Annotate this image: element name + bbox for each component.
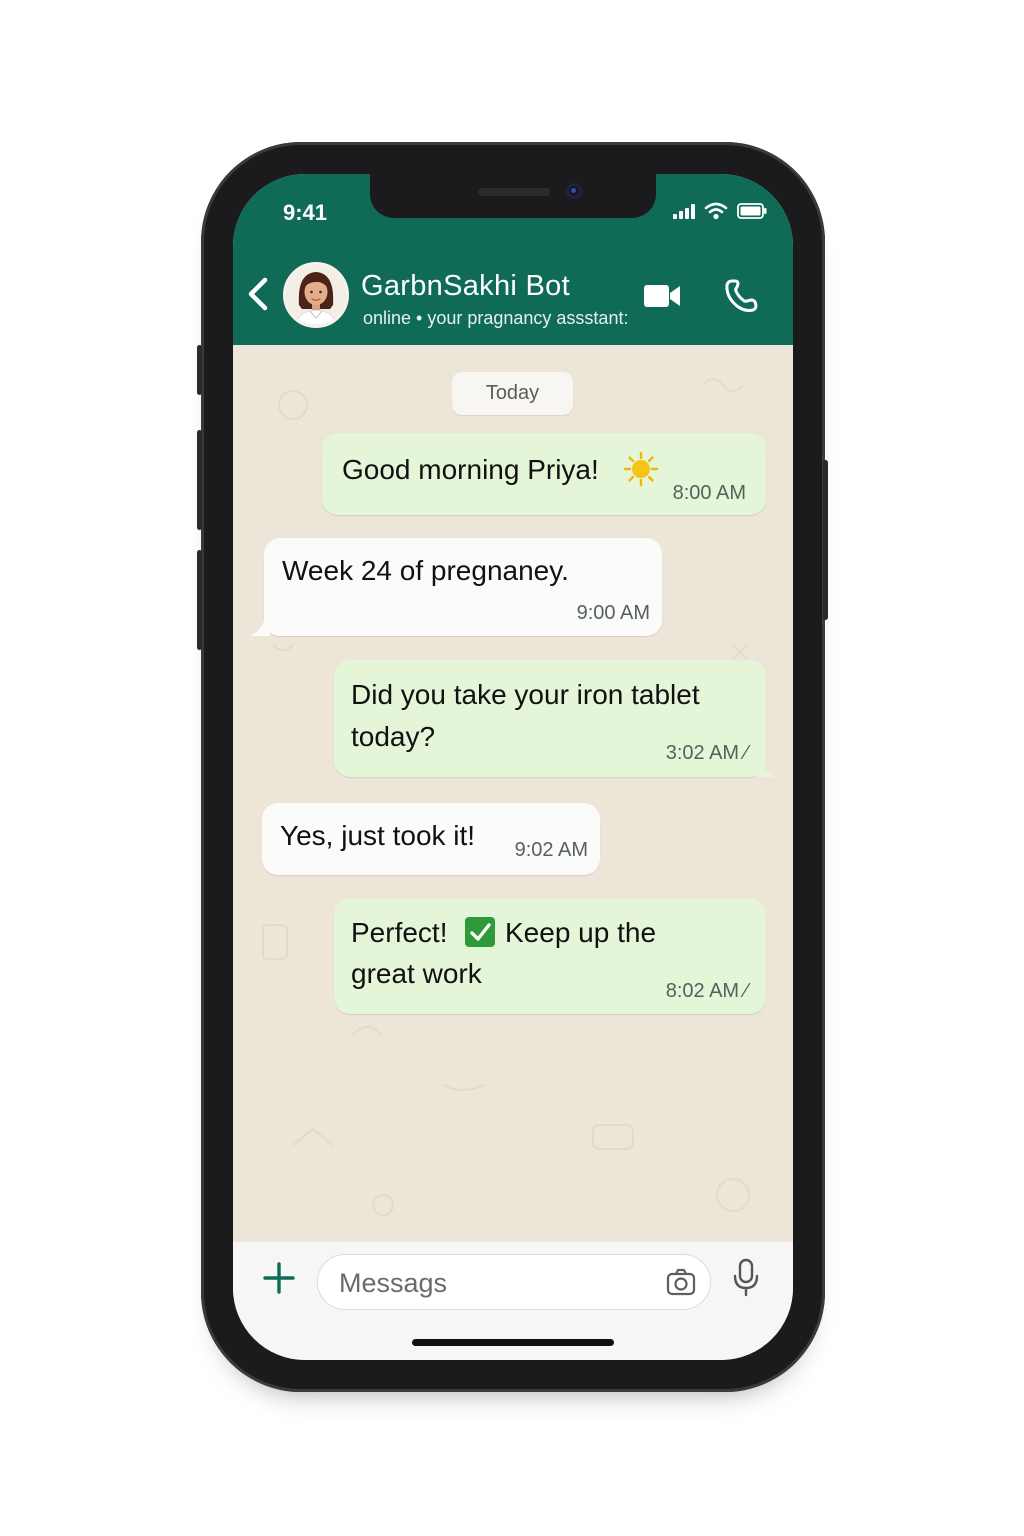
message-text-part: Keep up the [505, 917, 657, 948]
status-icons [673, 202, 767, 220]
message-bubble-outgoing[interactable]: Did you take your iron tablet today? 3:0… [334, 660, 776, 777]
signal-icon [673, 203, 695, 219]
status-time: 9:41 [283, 200, 328, 225]
power-button [823, 460, 828, 620]
message-bubble-incoming[interactable]: Yes, just took it! 9:02 AM [262, 803, 600, 875]
message-text: Yes, just took it! [280, 820, 476, 851]
message-text-part: Perfect! [351, 917, 448, 948]
microphone-icon[interactable] [731, 1258, 761, 1298]
message-time-with-tick: 3:02 AM ⁄ [666, 742, 748, 765]
woman-avatar-icon [295, 272, 337, 325]
camera-icon[interactable] [666, 1268, 696, 1296]
plus-icon[interactable] [261, 1260, 297, 1296]
earpiece-speaker [478, 188, 550, 196]
chat-area[interactable]: Today Good morning Priya! 8:00 AM Week 2… [233, 345, 793, 1242]
front-camera [566, 183, 582, 199]
message-input-placeholder: Messags [339, 1268, 448, 1298]
message-text-line: today? [351, 721, 436, 752]
message-time: 9:02 AM [514, 839, 588, 861]
message-text-line: Did you take your iron tablet [351, 679, 700, 710]
battery-icon [737, 203, 767, 219]
home-indicator[interactable] [412, 1339, 614, 1346]
bubble-tail [756, 761, 776, 777]
wifi-icon [704, 202, 728, 220]
message-bubble-outgoing[interactable]: Perfect! Keep up the great work 8:02 AM … [334, 898, 766, 1014]
back-arrow-icon[interactable] [243, 274, 273, 314]
contact-status: online • your pragnancy assstant: [363, 308, 629, 328]
message-input[interactable]: Messags [317, 1254, 711, 1310]
message-time: 9:00 AM [576, 602, 650, 624]
message-time: 8:00 AM [672, 482, 746, 504]
message-text-line: great work [351, 958, 482, 989]
mute-switch [197, 345, 202, 395]
check-emoji-icon [465, 917, 495, 947]
message-composer: Messags [233, 1242, 793, 1360]
message-bubble-outgoing[interactable]: Good morning Priya! 8:00 AM [322, 433, 766, 515]
message-time-with-tick: 8:02 AM ⁄ [666, 980, 748, 1003]
date-separator: Today [452, 372, 573, 415]
delivery-tick-icon: ⁄ [744, 980, 748, 1002]
video-call-icon[interactable] [643, 282, 681, 310]
message-bubble-incoming[interactable]: Week 24 of pregnaney. 9:00 AM [250, 538, 662, 636]
sun-emoji-icon [623, 451, 659, 487]
delivery-tick-icon: ⁄ [744, 742, 748, 764]
contact-name[interactable]: GarbnSakhi Bot [361, 270, 570, 303]
message-time: 3:02 AM [665, 742, 740, 764]
message-text: Week 24 of pregnaney. [282, 555, 569, 586]
avatar[interactable] [283, 262, 349, 328]
bubble-tail [250, 620, 270, 636]
message-time: 8:02 AM [665, 980, 740, 1002]
camera-notch [370, 174, 656, 218]
phone-screen: 9:41 GarbnSakhi Bot online • your pragna… [233, 174, 793, 1360]
message-text: Good morning Priya! [342, 454, 599, 485]
volume-up-button [197, 430, 202, 530]
phone-call-icon[interactable] [723, 278, 759, 314]
volume-down-button [197, 550, 202, 650]
